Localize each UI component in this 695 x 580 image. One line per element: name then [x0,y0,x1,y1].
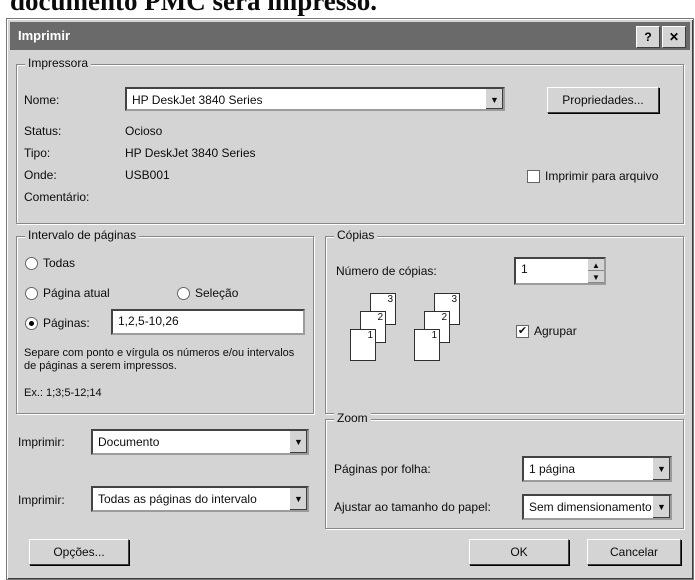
copies-number-value: 1 [521,262,528,276]
print-pages-label: Imprimir: [18,493,65,507]
zoom-group-label: Zoom [334,411,371,425]
printer-group: Impressora Nome: HP DeskJet 3840 Series … [16,56,684,224]
type-value: HP DeskJet 3840 Series [125,146,256,160]
type-label: Tipo: [24,146,51,160]
radio-selection[interactable] [177,287,190,300]
spin-down-icon[interactable]: ▼ [588,271,604,283]
page-range-label: Intervalo de páginas [25,228,140,242]
printer-name-value: HP DeskJet 3840 Series [132,93,263,107]
zoom-group: Zoom Páginas por folha: 1 página ▼ Ajust… [325,411,684,529]
chevron-down-icon: ▼ [289,431,307,453]
chevron-down-icon: ▼ [652,458,670,480]
options-button[interactable]: Opções... [29,539,129,565]
properties-button[interactable]: Propriedades... [547,87,659,113]
spinner-arrows[interactable]: ▲ ▼ [587,259,604,283]
copies-group-label: Cópias [334,228,378,242]
copies-spinner[interactable]: 1 ▲ ▼ [514,257,606,285]
printer-name-label: Nome: [24,93,60,107]
print-what-value: Documento [98,435,160,449]
radio-selection-label[interactable]: Seleção [195,286,238,300]
print-what-label: Imprimir: [18,435,65,449]
radio-current-page[interactable] [25,287,38,300]
pages-input[interactable]: 1,2,5-10,26 [111,309,305,335]
range-help-text: Separe com ponto e vírgula os números e/… [24,347,295,372]
radio-all-label[interactable]: Todas [43,256,75,270]
scale-to-paper-select[interactable]: Sem dimensionamento ▼ [522,494,672,520]
page-range-group: Intervalo de páginas Todas Página atual … [16,228,314,414]
title-bar: Imprimir ? ✕ [10,22,690,50]
help-icon[interactable]: ? [636,26,660,48]
copies-group: Cópias Número de cópias: 1 ▲ ▼ 3 2 1 3 2… [325,228,684,414]
window-title: Imprimir [18,28,71,43]
where-value: USB001 [125,168,170,182]
pages-per-sheet-label: Páginas por folha: [334,462,431,476]
page-icon: 1 [350,329,376,361]
scale-to-paper-value: Sem dimensionamento [529,500,652,514]
print-to-file-checkbox[interactable] [527,170,540,183]
collate-checkbox[interactable]: ✔ [516,325,529,338]
radio-current-page-label[interactable]: Página atual [43,286,110,300]
page-icon: 1 [414,329,440,361]
where-label: Onde: [24,168,57,182]
comment-label: Comentário: [24,190,90,204]
print-dialog: Imprimir ? ✕ Impressora Nome: HP DeskJet… [6,18,694,580]
range-example-text: Ex.: 1;3;5-12;14 [24,387,102,399]
cancel-button[interactable]: Cancelar [587,539,681,565]
close-icon[interactable]: ✕ [662,26,686,48]
print-pages-select[interactable]: Todas as páginas do intervalo ▼ [91,486,309,512]
printer-group-label: Impressora [25,56,92,70]
chevron-down-icon: ▼ [289,488,307,510]
pages-per-sheet-select[interactable]: 1 página ▼ [522,456,672,482]
copies-number-label: Número de cópias: [336,264,437,278]
radio-all[interactable] [25,257,38,270]
spin-up-icon[interactable]: ▲ [588,259,604,271]
chevron-down-icon: ▼ [652,496,670,518]
page-caption: documento PMC será impresso. [10,0,377,16]
status-label: Status: [24,124,62,138]
radio-pages-label[interactable]: Páginas: [43,316,90,330]
chevron-down-icon: ▼ [485,89,503,109]
print-to-file-label[interactable]: Imprimir para arquivo [545,169,658,183]
pages-per-sheet-value: 1 página [529,462,576,476]
scale-to-paper-label: Ajustar ao tamanho do papel: [334,500,491,514]
print-what-select[interactable]: Documento ▼ [91,429,309,455]
collate-label[interactable]: Agrupar [534,324,577,338]
ok-button[interactable]: OK [469,539,569,565]
printer-name-select[interactable]: HP DeskJet 3840 Series ▼ [125,87,505,111]
print-pages-value: Todas as páginas do intervalo [98,492,257,506]
status-value: Ocioso [125,124,163,138]
radio-pages[interactable] [25,317,38,330]
